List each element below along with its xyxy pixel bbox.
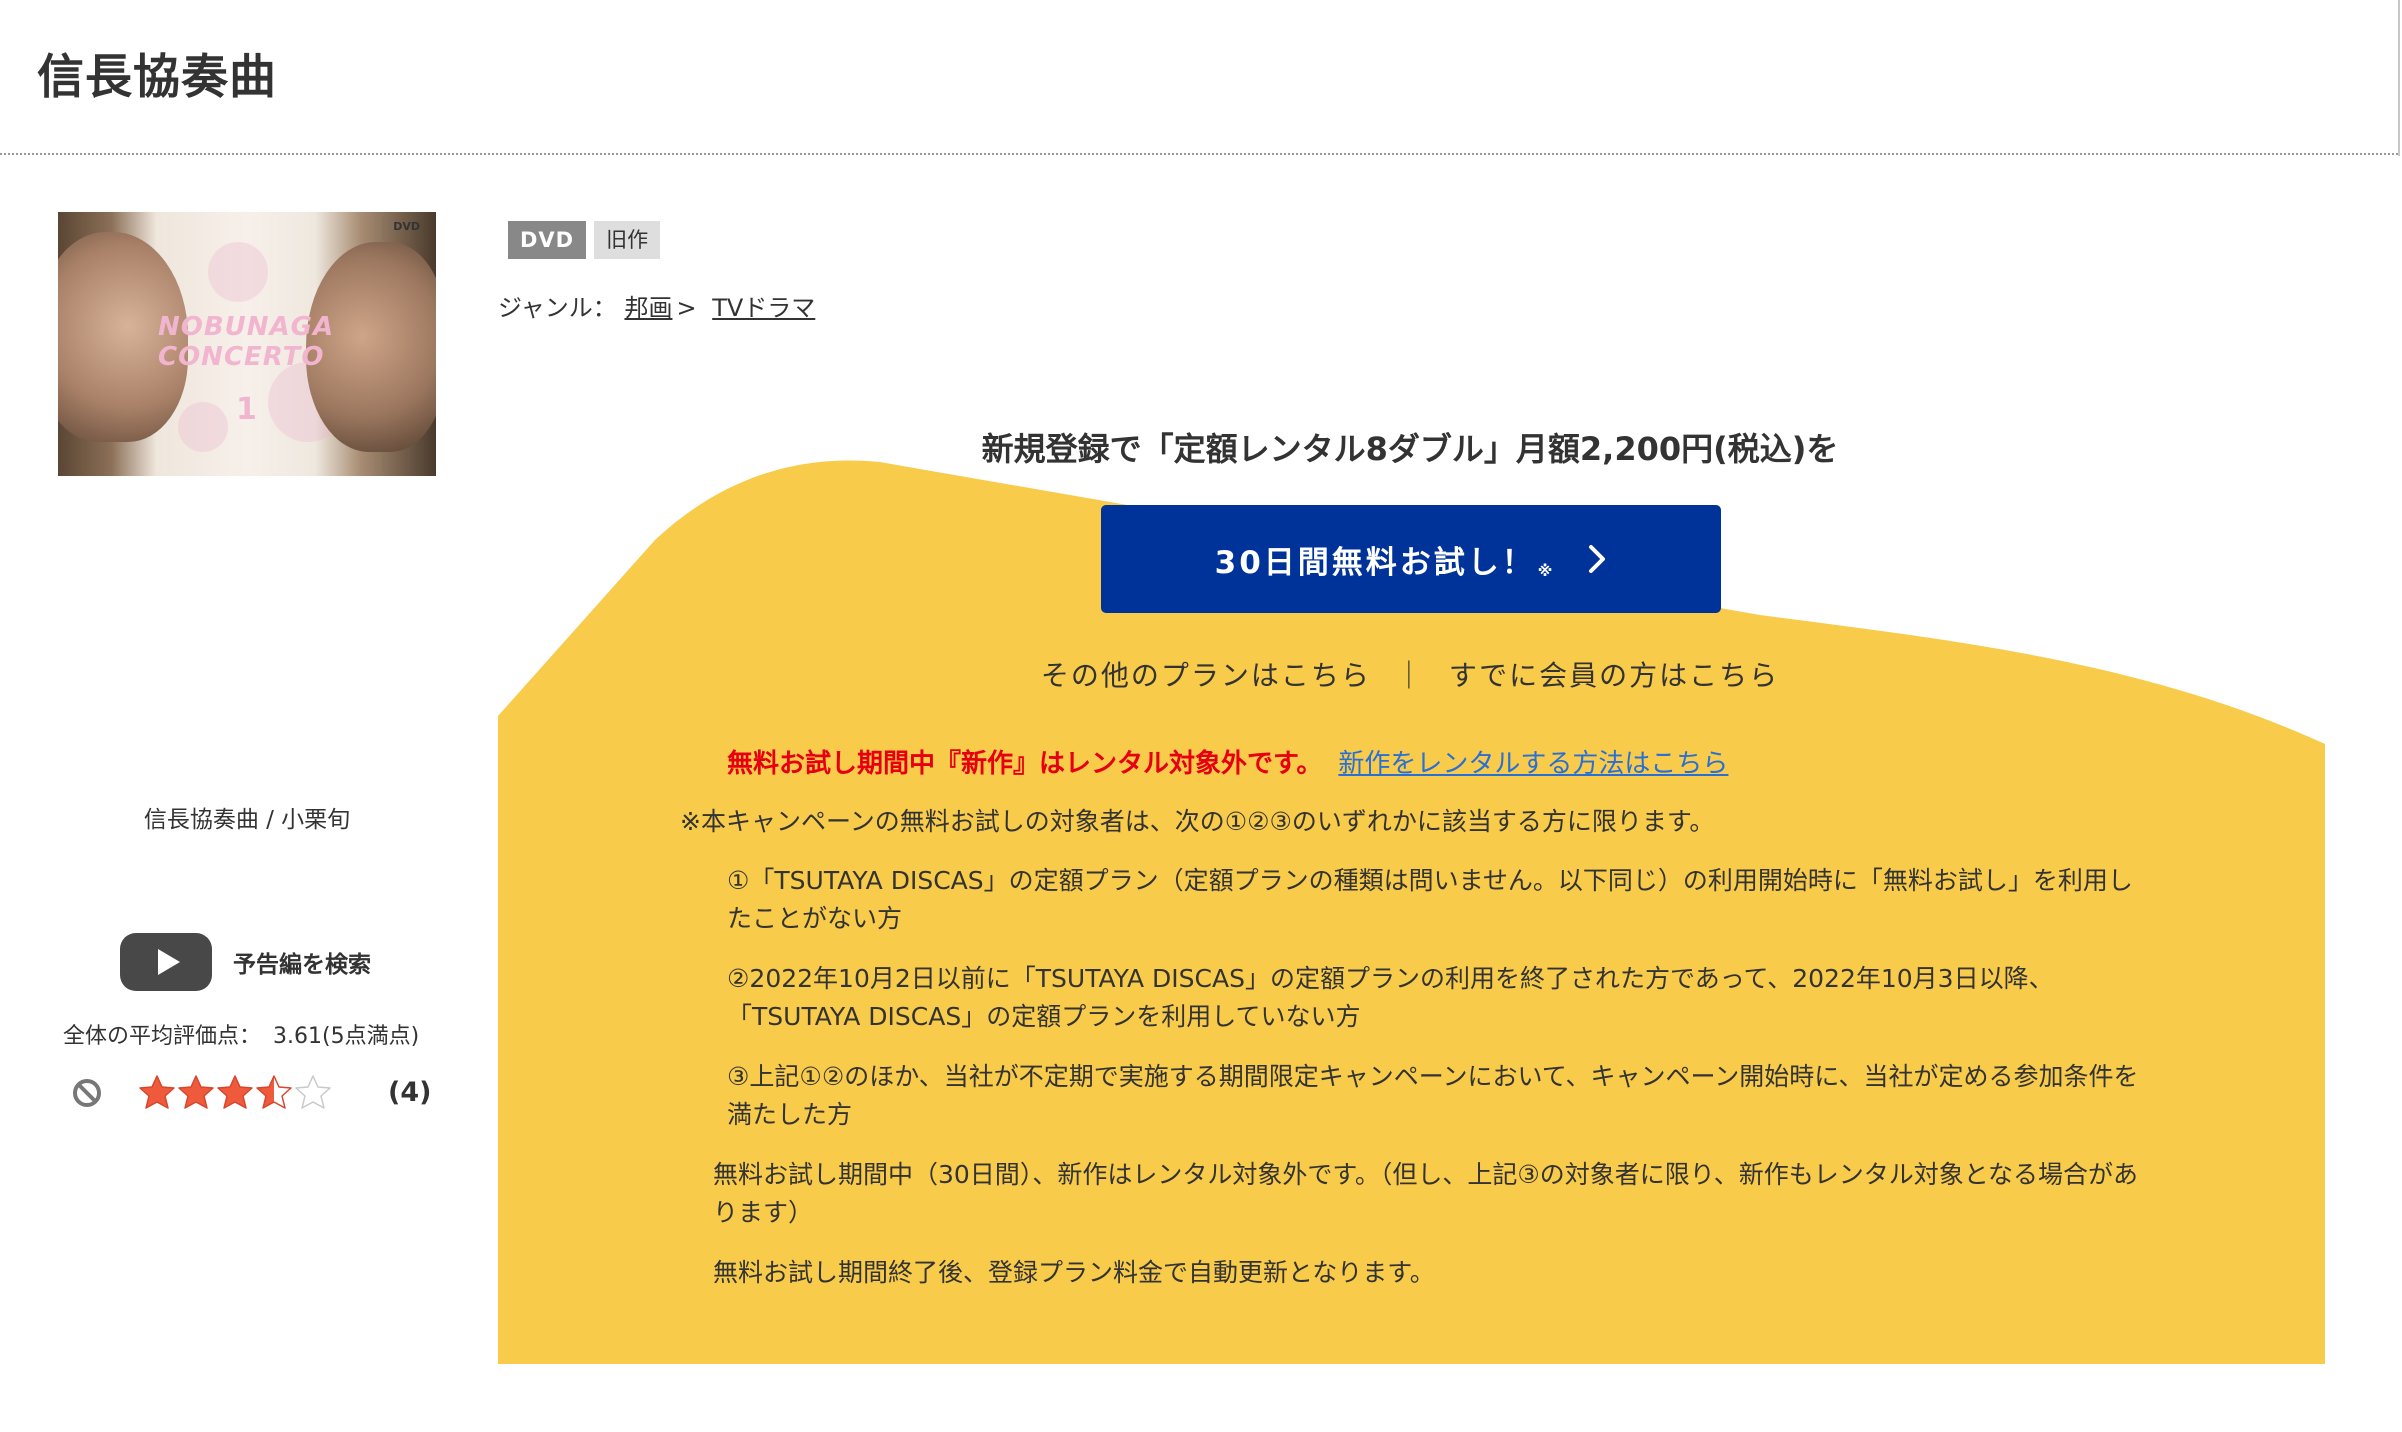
header-divider [0, 153, 2398, 155]
free-trial-label: 30日間無料お試し！ [1214, 544, 1536, 581]
free-trial-note-mark: ※ [1537, 562, 1556, 580]
genre-link-level2[interactable]: TVドラマ [712, 294, 815, 322]
campaign-note-intro: ※本キャンペーンの無料お試しの対象者は、次の①②③のいずれかに該当する方に限りま… [680, 807, 1715, 836]
campaign-note-1: ①「TSUTAYA DISCAS」の定額プラン（定額プランの種類は問いません。以… [727, 866, 2133, 933]
rating-star-icon [217, 1075, 253, 1109]
product-tags: DVD 旧作 [508, 221, 668, 259]
genre-label: ジャンル： [498, 294, 617, 322]
prohibited-icon[interactable] [72, 1078, 102, 1108]
play-icon[interactable] [120, 933, 212, 991]
rating-star-icon [178, 1075, 214, 1109]
jacket-flower [178, 402, 228, 452]
trailer-search-label: 予告編を検索 [233, 952, 371, 978]
new-release-rental-link[interactable]: 新作をレンタルする方法はこちら [1338, 749, 1728, 779]
free-trial-button[interactable]: 30日間無料お試し！ ※ [1101, 505, 1721, 613]
campaign-note-5: 無料お試し期間終了後、登録プラン料金で自動更新となります。 [713, 1258, 1435, 1287]
campaign-note-2: ②2022年10月2日以前に「TSUTAYA DISCAS」の定額プランの利用を… [727, 964, 2054, 1031]
trailer-search-button[interactable]: 予告編を検索 [120, 933, 371, 991]
product-jacket-image[interactable]: NOBUNAGA CONCERTO 1 DVD [58, 212, 436, 476]
format-badge: DVD [508, 221, 587, 259]
rating-star-icon [256, 1075, 292, 1109]
page-title: 信長協奏曲 [37, 50, 277, 105]
genre-breadcrumb: ジャンル： 邦画 > TVドラマ [498, 288, 815, 323]
genre-link-level1[interactable]: 邦画 [624, 294, 672, 322]
other-plans-link[interactable]: その他のプランはこちら [1041, 659, 1371, 692]
average-rating: 全体の平均評価点： 3.61(5点満点) [63, 1018, 419, 1050]
campaign-note-3: ③上記①②のほか、当社が不定期で実施する期間限定キャンペーンにおいて、キャンペー… [727, 1062, 2139, 1129]
rating-stars [138, 1074, 333, 1112]
genre-separator: > [676, 294, 697, 322]
member-login-link[interactable]: すでに会員の方はこちら [1449, 659, 1779, 692]
window-edge [2398, 0, 2400, 156]
chevron-right-icon [1589, 545, 1606, 573]
jacket-flower [208, 242, 268, 302]
product-caption: 信長協奏曲 / 小栗旬 [143, 807, 351, 833]
jacket-logo-line1: NOBUNAGA [158, 312, 335, 342]
plan-links: その他のプランはこちら ｜ すでに会員の方はこちら [498, 654, 2322, 694]
link-separator: ｜ [1394, 659, 1425, 692]
jacket-volume: 1 [236, 392, 257, 427]
rating-row [72, 1074, 333, 1112]
jacket-logo-line2: CONCERTO [158, 342, 325, 372]
rating-star-icon [295, 1075, 331, 1109]
jacket-dvd-mark: DVD [393, 220, 420, 233]
campaign-headline: 新規登録で「定額レンタル8ダブル」月額2,200円(税込)を [981, 430, 1839, 468]
notice-warning: 無料お試し期間中『新作』はレンタル対象外です。 [727, 749, 1323, 779]
jacket-logo: NOBUNAGA CONCERTO [158, 312, 358, 372]
average-rating-label: 全体の平均評価点： [63, 1024, 262, 1049]
new-release-notice: 無料お試し期間中『新作』はレンタル対象外です。 新作をレンタルする方法はこちら [727, 743, 1728, 780]
review-count-link[interactable]: (4) [388, 1077, 431, 1108]
campaign-note-4: 無料お試し期間中（30日間）、新作はレンタル対象外です。（但し、上記③の対象者に… [713, 1160, 2138, 1227]
status-badge: 旧作 [594, 221, 661, 259]
average-rating-value: 3.61(5点満点) [273, 1024, 420, 1049]
rating-star-icon [139, 1075, 175, 1109]
